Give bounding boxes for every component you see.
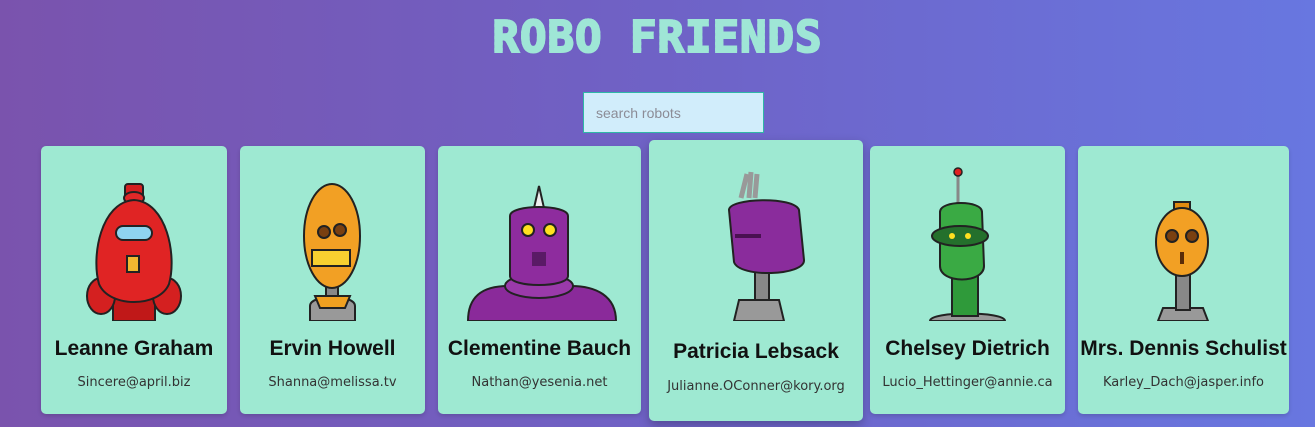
- robot-name: Ervin Howell: [269, 337, 396, 360]
- robot-card[interactable]: Chelsey Dietrich Lucio_Hettinger@annie.c…: [870, 146, 1065, 414]
- purple-robot-icon: [727, 171, 806, 321]
- robot-name: Leanne Graham: [54, 337, 214, 360]
- page-title: ROBO FRIENDS: [0, 11, 1315, 64]
- robot-name: Patricia Lebsack: [673, 340, 839, 363]
- search-input[interactable]: [583, 92, 764, 133]
- page-title-text: ROBO FRIENDS: [492, 11, 823, 64]
- orange-robot-icon: [1155, 201, 1210, 321]
- robot-email: Shanna@melissa.tv: [268, 375, 397, 390]
- robot-card[interactable]: Patricia Lebsack Julianne.OConner@kory.o…: [649, 140, 863, 421]
- robot-card[interactable]: Ervin Howell Shanna@melissa.tv: [240, 146, 425, 414]
- green-robot-icon: [928, 167, 1007, 321]
- robot-email: Nathan@yesenia.net: [471, 375, 608, 390]
- robot-name: Mrs. Dennis Schulist: [1080, 337, 1287, 360]
- robot-email: Sincere@april.biz: [77, 375, 191, 390]
- robot-name: Chelsey Dietrich: [885, 337, 1050, 360]
- red-robot-icon: [86, 183, 182, 321]
- purple-robot-icon: [466, 185, 618, 321]
- orange-robot-icon: [303, 183, 361, 321]
- robot-card[interactable]: Mrs. Dennis Schulist Karley_Dach@jasper.…: [1078, 146, 1289, 414]
- robot-name: Clementine Bauch: [447, 337, 632, 360]
- robot-card[interactable]: Leanne Graham Sincere@april.biz: [41, 146, 227, 414]
- robot-email: Julianne.OConner@kory.org: [667, 379, 845, 394]
- robot-card[interactable]: Clementine Bauch Nathan@yesenia.net: [438, 146, 641, 414]
- robot-email: Karley_Dach@jasper.info: [1102, 375, 1265, 390]
- robot-email: Lucio_Hettinger@annie.ca: [882, 375, 1053, 390]
